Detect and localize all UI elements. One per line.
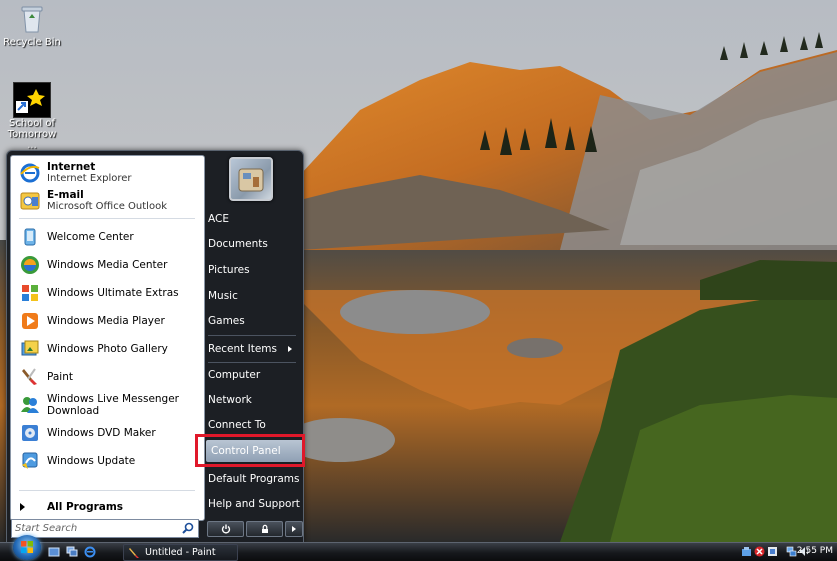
menu-item-recent-items[interactable]: Recent Items [203,337,300,361]
desktop-icon-label: School of Tomorrow ... [7,118,57,151]
program-item-dvd-maker[interactable]: Windows DVD Maker [11,420,204,446]
ultimate-extras-icon [19,282,41,304]
menu-item-label: Games [208,315,245,327]
start-button[interactable] [13,535,41,560]
menu-item-music[interactable]: Music [203,284,300,308]
program-item-label: Windows Update [47,455,136,467]
tray-program-icon[interactable] [741,546,752,557]
start-menu-programs-pane: Internet Internet Explorer E-mail Microsof… [10,155,205,521]
paint-icon [19,366,41,388]
all-programs-label: All Programs [47,501,124,513]
program-item-label: Windows DVD Maker [47,427,156,439]
network-icon[interactable] [786,546,797,557]
start-search-input[interactable] [15,521,175,535]
dvd-maker-icon [19,422,41,444]
menu-item-pictures[interactable]: Pictures [203,258,300,282]
program-item-label: Welcome Center [47,231,134,243]
media-center-icon [19,254,41,276]
taskbar-button-paint[interactable]: Untitled - Paint [123,544,238,561]
program-item-label: Windows Photo Gallery [47,343,168,355]
desktop-icon-label: Recycle Bin [3,37,61,48]
taskbar: Untitled - Paint 2:55 PM [0,542,837,561]
switch-windows-icon[interactable] [66,546,78,558]
desktop-icon-recycle-bin[interactable]: Recycle Bin [3,4,61,48]
windows-logo-icon [21,541,33,553]
system-clock[interactable]: 2:55 PM [797,546,833,556]
welcome-center-icon [19,226,41,248]
program-item-label: Windows Live Messenger Download [47,393,180,417]
menu-item-label: Help and Support [208,498,300,510]
desktop-icon-school-of-tomorrow[interactable]: School of Tomorrow ... [3,82,61,151]
lock-button[interactable] [246,521,284,537]
shutdown-options-button[interactable] [285,521,304,537]
user-account-picture[interactable] [229,157,273,201]
program-item-media-center[interactable]: Windows Media Center [11,252,204,278]
messenger-icon [19,394,41,416]
menu-separator [208,335,296,336]
security-alert-icon[interactable] [754,546,765,557]
show-desktop-icon[interactable] [48,546,60,558]
menu-item-label: Network [208,394,252,406]
pinned-item-internet[interactable]: Internet Internet Explorer [11,160,204,186]
tray-app-icon[interactable] [767,546,778,557]
menu-item-label: Recent Items [208,343,277,355]
pinned-item-subtitle: Microsoft Office Outlook [47,201,167,212]
media-player-icon [19,310,41,332]
outlook-icon [19,190,41,212]
menu-item-label: Pictures [208,264,250,276]
menu-item-label: Documents [208,238,268,250]
program-item-label: Paint [47,371,73,383]
program-item-label: Windows Ultimate Extras [47,287,179,299]
program-item-messenger-download[interactable]: Windows Live Messenger Download [11,392,204,418]
program-item-welcome-center[interactable]: Welcome Center [11,224,204,250]
school-of-tomorrow-icon [13,82,51,118]
menu-item-ace[interactable]: ACE [203,207,300,231]
program-item-label: Windows Media Center [47,259,168,271]
submenu-arrow-icon [288,346,292,352]
menu-item-label: ACE [208,213,229,225]
pinned-separator [19,218,195,219]
pinned-item-email[interactable]: E-mail Microsoft Office Outlook [11,188,204,214]
menu-item-label: Music [208,290,238,302]
power-controls [207,521,304,537]
all-programs-separator [19,490,195,491]
pinned-item-title: Internet [47,161,96,173]
program-item-paint[interactable]: Paint [11,364,204,390]
menu-item-computer[interactable]: Computer [203,363,300,387]
menu-item-help-and-support[interactable]: Help and Support [203,492,300,516]
program-item-windows-update[interactable]: Windows Update [11,448,204,474]
pinned-item-subtitle: Internet Explorer [47,173,132,184]
menu-item-label: Default Programs [208,473,300,485]
power-icon [221,524,230,534]
arrow-right-icon [292,526,297,532]
internet-explorer-icon [19,162,41,184]
pinned-item-title: E-mail [47,189,84,201]
control-panel-highlight-box [195,434,305,467]
arrow-right-icon [20,503,25,511]
windows-update-icon [19,450,41,472]
program-item-photo-gallery[interactable]: Windows Photo Gallery [11,336,204,362]
paint-icon [129,547,139,558]
menu-item-default-programs[interactable]: Default Programs [203,467,300,491]
program-item-label: Windows Media Player [47,315,165,327]
power-button[interactable] [207,521,245,537]
taskbar-button-label: Untitled - Paint [145,547,216,558]
recycle-bin-icon [21,6,43,33]
menu-item-network[interactable]: Network [203,388,300,412]
internet-explorer-icon[interactable] [84,546,96,558]
search-icon[interactable] [182,522,194,534]
start-search-box[interactable] [11,519,199,538]
photo-gallery-icon [19,338,41,360]
program-item-ultimate-extras[interactable]: Windows Ultimate Extras [11,280,204,306]
program-item-media-player[interactable]: Windows Media Player [11,308,204,334]
start-menu: Internet Internet Explorer E-mail Microsof… [6,150,305,544]
menu-item-documents[interactable]: Documents [203,232,300,256]
all-programs-button[interactable]: All Programs [11,496,204,518]
menu-item-games[interactable]: Games [203,309,300,333]
menu-item-label: Connect To [208,419,266,431]
menu-item-label: Computer [208,369,261,381]
lock-icon [261,524,268,533]
